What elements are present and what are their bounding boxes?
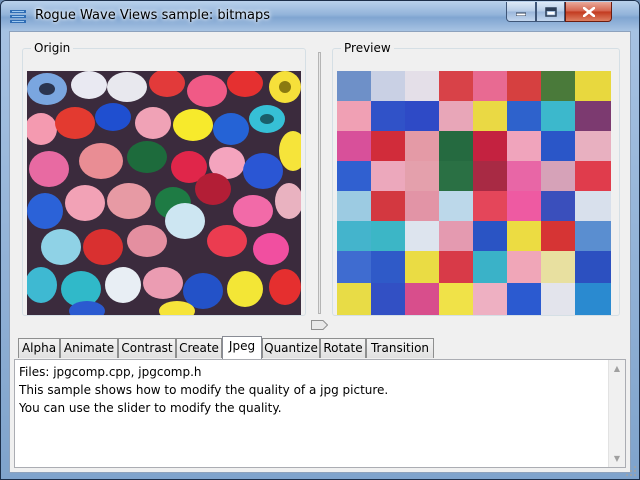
scroll-up-arrow-icon[interactable]: ▲ (609, 360, 625, 377)
tab-rotate[interactable]: Rotate (320, 338, 366, 358)
origin-group: Origin (22, 41, 306, 316)
maximize-icon (544, 6, 557, 17)
client-area: Origin Preview Alpha Animate Contrast Cr… (9, 31, 631, 473)
close-icon (582, 6, 595, 17)
tab-create[interactable]: Create (176, 338, 222, 358)
app-window: Rogue Wave Views sample: bitmaps Origin (0, 0, 640, 480)
app-bitmaps-icon[interactable] (9, 9, 27, 25)
preview-group: Preview (332, 41, 620, 316)
minimize-button[interactable] (506, 2, 536, 22)
tab-alpha[interactable]: Alpha (18, 338, 60, 358)
origin-label: Origin (31, 41, 74, 55)
minimize-icon (516, 12, 526, 16)
resize-grip-icon[interactable] (625, 465, 637, 477)
tab-jpeg[interactable]: Jpeg (222, 336, 262, 359)
description-line: You can use the slider to modify the qua… (19, 401, 282, 415)
tab-animate[interactable]: Animate (60, 338, 118, 358)
description-line: Files: jpgcomp.cpp, jpgcomp.h (19, 365, 202, 379)
close-button[interactable] (565, 2, 612, 22)
preview-label: Preview (341, 41, 394, 55)
quality-slider-track[interactable] (318, 52, 321, 314)
tab-quantize[interactable]: Quantize (262, 338, 320, 358)
description-textarea[interactable]: Files: jpgcomp.cpp, jpgcomp.h This sampl… (14, 359, 626, 468)
title-bar[interactable]: Rogue Wave Views sample: bitmaps (1, 1, 639, 31)
description-line: This sample shows how to modify the qual… (19, 383, 389, 397)
origin-bitmap (27, 71, 301, 315)
description-text: Files: jpgcomp.cpp, jpgcomp.h This sampl… (19, 363, 599, 417)
quality-slider-thumb[interactable] (311, 320, 328, 330)
description-scrollbar[interactable]: ▲ ▼ (608, 360, 625, 467)
preview-bitmap (337, 71, 611, 315)
quality-slider[interactable] (310, 48, 330, 330)
scroll-down-arrow-icon[interactable]: ▼ (609, 450, 625, 467)
maximize-button[interactable] (536, 2, 565, 22)
tab-transition[interactable]: Transition (366, 338, 434, 358)
tab-contrast[interactable]: Contrast (118, 338, 176, 358)
window-title: Rogue Wave Views sample: bitmaps (35, 8, 270, 23)
sample-tabs: Alpha Animate Contrast Create Jpeg Quant… (16, 336, 626, 359)
